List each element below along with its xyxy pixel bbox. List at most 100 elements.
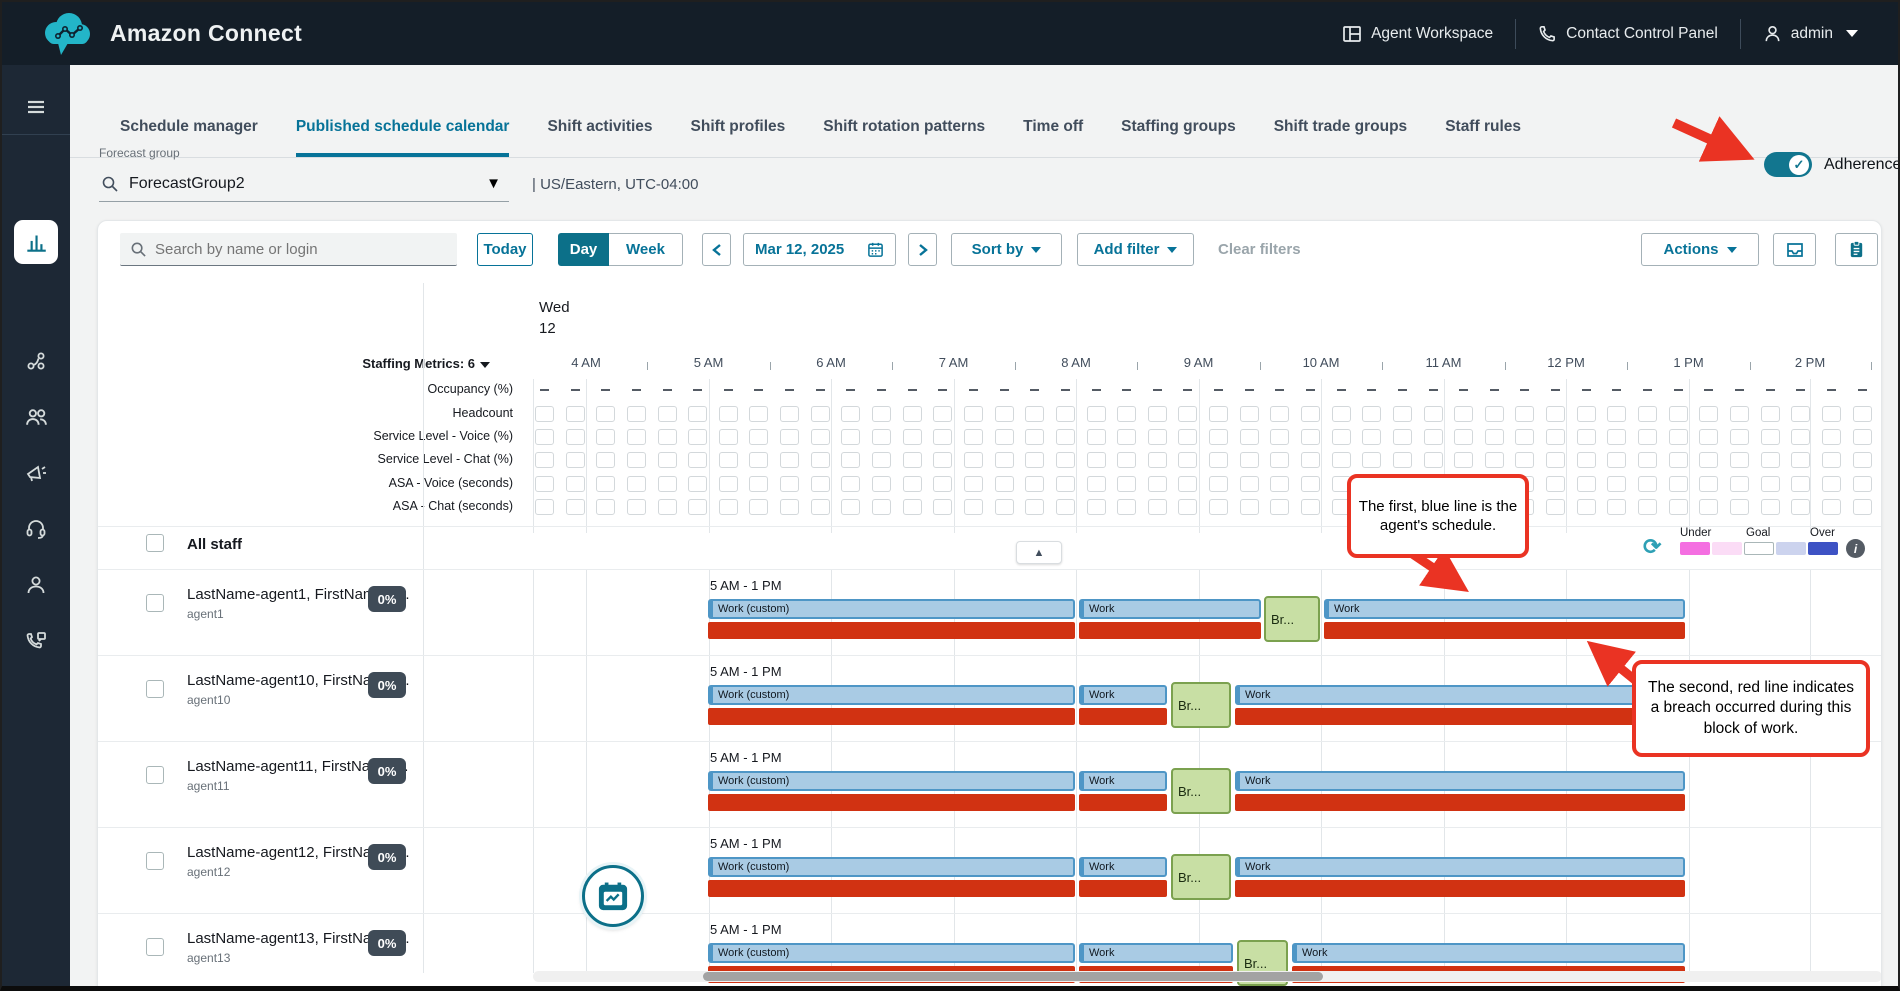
grid-hour-line xyxy=(1810,379,1811,533)
adherence-breach-bar[interactable] xyxy=(1324,622,1685,639)
grid-hour-line xyxy=(1199,379,1200,533)
metric-cell xyxy=(872,406,891,422)
metric-cell xyxy=(995,499,1014,515)
clear-filters-button[interactable]: Clear filters xyxy=(1218,233,1301,266)
agent-checkbox[interactable] xyxy=(146,852,164,870)
tab-shift-activities[interactable]: Shift activities xyxy=(547,118,652,157)
search-field[interactable] xyxy=(120,233,457,266)
tab-staff-rules[interactable]: Staff rules xyxy=(1445,118,1521,157)
agent-checkbox[interactable] xyxy=(146,938,164,956)
half-hour-tick xyxy=(1750,362,1751,370)
schedule-work-bar[interactable]: Work (custom) xyxy=(708,771,1075,791)
scrollbar-thumb[interactable] xyxy=(703,972,1323,981)
info-icon[interactable]: i xyxy=(1846,539,1865,558)
metric-empty-value xyxy=(1122,389,1131,391)
sidebar-item-support[interactable] xyxy=(2,507,70,551)
today-button[interactable]: Today xyxy=(477,233,533,266)
adherence-breach-bar[interactable] xyxy=(708,622,1075,639)
half-hour-tick xyxy=(1382,362,1383,370)
adherence-breach-bar[interactable] xyxy=(1235,708,1685,725)
tab-published-schedule-calendar[interactable]: Published schedule calendar xyxy=(296,118,510,157)
schedule-work-bar[interactable]: Work xyxy=(1235,771,1685,791)
schedule-break-bar[interactable]: Br... xyxy=(1171,854,1231,900)
adherence-toggle[interactable]: ✓ xyxy=(1764,152,1812,177)
metric-empty-value xyxy=(1337,389,1346,391)
clipboard-button[interactable] xyxy=(1835,233,1878,266)
schedule-work-bar[interactable]: Work xyxy=(1292,943,1685,963)
menu-toggle-button[interactable] xyxy=(2,85,70,129)
sort-by-button[interactable]: Sort by xyxy=(951,233,1062,266)
metric-cell xyxy=(1056,476,1075,492)
schedule-work-bar[interactable]: Work (custom) xyxy=(708,857,1075,877)
agent-checkbox[interactable] xyxy=(146,766,164,784)
adherence-breach-bar[interactable] xyxy=(1235,880,1685,897)
metric-empty-value xyxy=(1061,389,1070,391)
adherence-breach-bar[interactable] xyxy=(1079,880,1167,897)
all-staff-checkbox[interactable] xyxy=(146,534,164,552)
add-filter-button[interactable]: Add filter xyxy=(1077,233,1194,266)
metric-empty-value xyxy=(1766,389,1775,391)
metric-cell xyxy=(1822,406,1841,422)
metric-cell xyxy=(1240,476,1259,492)
schedule-work-bar[interactable]: Work (custom) xyxy=(708,599,1075,619)
contact-control-panel-button[interactable]: Contact Control Panel xyxy=(1516,17,1740,51)
metric-cell xyxy=(1148,429,1167,445)
metric-cell xyxy=(872,452,891,468)
schedule-work-bar[interactable]: Work xyxy=(1324,599,1685,619)
schedule-work-bar[interactable]: Work xyxy=(1079,685,1167,705)
sidebar-item-announcements[interactable] xyxy=(2,451,70,495)
sidebar-item-profile[interactable] xyxy=(2,563,70,607)
schedule-break-bar[interactable]: Br... xyxy=(1171,682,1231,728)
adherence-breach-bar[interactable] xyxy=(1079,622,1261,639)
metric-cell xyxy=(1117,406,1136,422)
agent-checkbox[interactable] xyxy=(146,594,164,612)
collapse-metrics-button[interactable]: ▲ xyxy=(1016,541,1062,564)
half-hour-tick xyxy=(770,362,771,370)
schedule-work-bar[interactable]: Work xyxy=(1235,685,1685,705)
actions-button[interactable]: Actions xyxy=(1641,233,1759,266)
schedule-work-bar[interactable]: Work xyxy=(1079,599,1261,619)
schedule-break-bar[interactable]: Br... xyxy=(1264,596,1320,642)
schedule-work-bar[interactable]: Work xyxy=(1079,857,1167,877)
tab-time-off[interactable]: Time off xyxy=(1023,118,1083,157)
agent-workspace-button[interactable]: Agent Workspace xyxy=(1320,17,1515,51)
schedule-insights-badge[interactable] xyxy=(582,865,644,927)
week-view-button[interactable]: Week xyxy=(609,233,683,266)
metric-cell xyxy=(872,476,891,492)
tab-staffing-groups[interactable]: Staffing groups xyxy=(1121,118,1236,157)
hour-label: 4 AM xyxy=(556,355,616,370)
metric-cell xyxy=(1178,476,1197,492)
schedule-work-bar[interactable]: Work xyxy=(1079,943,1233,963)
date-picker[interactable]: Mar 12, 2025 xyxy=(743,233,896,266)
sidebar-item-analytics[interactable] xyxy=(14,220,58,264)
schedule-work-bar[interactable]: Work (custom) xyxy=(708,685,1075,705)
adherence-breach-bar[interactable] xyxy=(708,708,1075,725)
adherence-breach-bar[interactable] xyxy=(1235,794,1685,811)
day-week-segment: Day Week xyxy=(558,233,683,266)
metric-cell xyxy=(1485,429,1504,445)
sidebar-item-routing[interactable] xyxy=(2,339,70,383)
sidebar-item-users[interactable] xyxy=(2,395,70,439)
tab-shift-rotation-patterns[interactable]: Shift rotation patterns xyxy=(823,118,985,157)
schedule-work-bar[interactable]: Work (custom) xyxy=(708,943,1075,963)
schedule-work-bar[interactable]: Work xyxy=(1079,771,1167,791)
schedule-work-bar[interactable]: Work xyxy=(1235,857,1685,877)
adherence-breach-bar[interactable] xyxy=(1079,794,1167,811)
adherence-breach-bar[interactable] xyxy=(708,880,1075,897)
tab-shift-trade-groups[interactable]: Shift trade groups xyxy=(1274,118,1407,157)
day-view-button[interactable]: Day xyxy=(558,233,609,266)
sidebar-item-contact-lens[interactable] xyxy=(2,619,70,663)
prev-day-button[interactable] xyxy=(702,233,731,266)
staffing-metrics-dropdown[interactable]: Staffing Metrics: 6 xyxy=(98,356,490,371)
refresh-icon[interactable]: ⟳ xyxy=(1643,534,1661,560)
user-menu[interactable]: admin xyxy=(1741,17,1880,51)
next-day-button[interactable] xyxy=(908,233,937,266)
inbox-button[interactable] xyxy=(1773,233,1816,266)
tab-shift-profiles[interactable]: Shift profiles xyxy=(691,118,786,157)
agent-checkbox[interactable] xyxy=(146,680,164,698)
schedule-break-bar[interactable]: Br... xyxy=(1171,768,1231,814)
search-input[interactable] xyxy=(155,241,435,258)
adherence-breach-bar[interactable] xyxy=(1079,708,1167,725)
adherence-breach-bar[interactable] xyxy=(708,794,1075,811)
forecast-group-select[interactable]: ForecastGroup2 ▼ xyxy=(99,166,509,202)
